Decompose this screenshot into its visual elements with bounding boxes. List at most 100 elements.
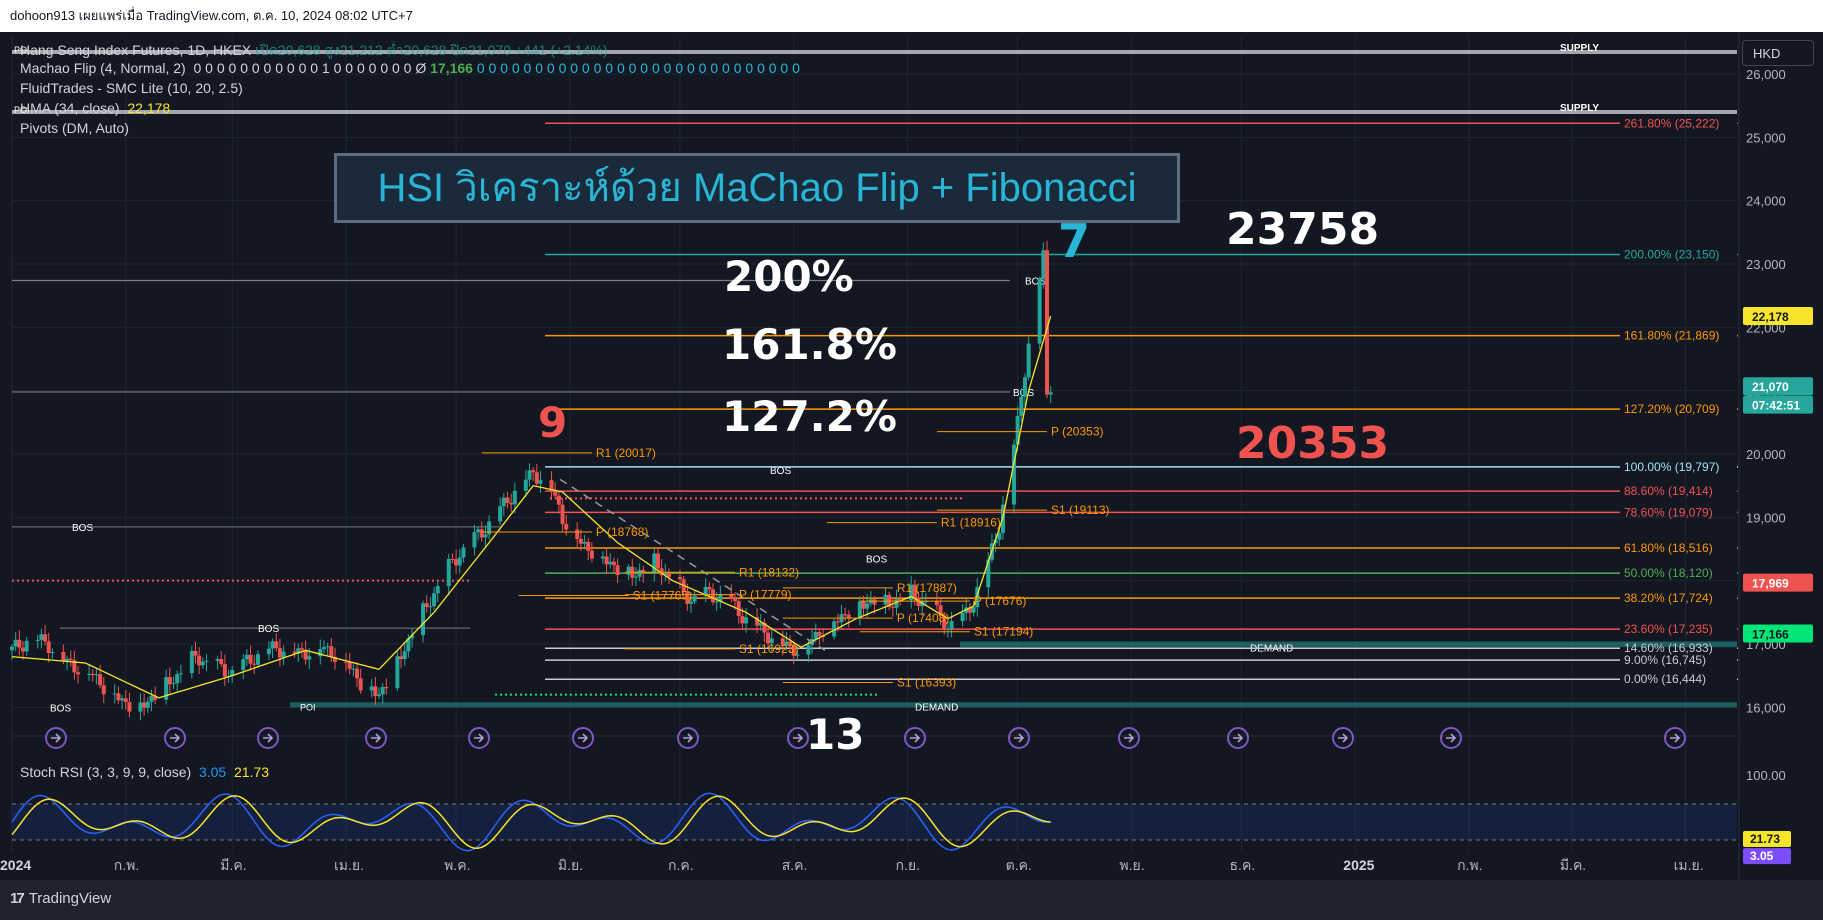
candle-body: [553, 490, 558, 496]
bos-label: BOS: [866, 555, 887, 566]
footer-brand: TradingView: [28, 890, 112, 907]
candle-body: [479, 529, 484, 538]
fib-level-label: 161.80% (21,869): [1624, 329, 1719, 343]
candle-body: [744, 617, 749, 624]
candle-body: [193, 650, 198, 656]
symbol-name: Hang Seng Index Futures, 1D, HKEX: [20, 42, 252, 58]
candle-body: [454, 559, 459, 566]
y-tick-label: 16,000: [1746, 700, 1786, 715]
candle-body: [934, 601, 939, 606]
candle-body: [307, 656, 312, 660]
candle-body: [127, 702, 132, 712]
candle-body: [76, 672, 81, 675]
candle-body: [652, 553, 657, 574]
x-tick-label: มิ.ย.: [558, 857, 583, 873]
candle-body: [65, 658, 70, 661]
pivot-label: P (18768): [596, 525, 648, 539]
candle-body: [817, 632, 822, 636]
stoch-y-tick: 100.00: [1746, 768, 1786, 783]
y-tick-label: 20,000: [1746, 447, 1786, 462]
annotation-count-9: 9: [538, 398, 568, 447]
candle-body: [112, 693, 117, 695]
pivot-label: P (17676): [974, 594, 1026, 608]
candle-body: [43, 634, 48, 642]
candle-body: [432, 593, 437, 607]
candle-body: [244, 654, 249, 660]
candle-body: [1022, 377, 1027, 397]
fib-level-label: 61.80% (18,516): [1624, 541, 1713, 555]
candle-body: [1019, 396, 1024, 416]
candle-body: [145, 701, 150, 708]
hma-name: HMA (34, close): [20, 100, 120, 116]
tradingview-logo-icon: 17: [10, 890, 25, 907]
candle-body: [138, 702, 143, 712]
candle-body: [733, 598, 738, 602]
x-tick-label: เม.ย.: [334, 857, 364, 873]
candle-body: [178, 673, 183, 675]
candle-body: [380, 687, 385, 695]
candle-body: [835, 621, 840, 623]
candle-body: [46, 641, 51, 653]
candle-body: [531, 470, 536, 473]
legend-pivots: Pivots (DM, Auto): [20, 120, 129, 136]
y-tick-label: 26,000: [1746, 67, 1786, 82]
pivot-label: R1 (18132): [739, 565, 799, 579]
candle-body: [1041, 250, 1046, 280]
candle-body: [299, 648, 304, 650]
y-tick-label: 19,000: [1746, 510, 1786, 525]
x-tick-label: 2024: [0, 857, 31, 873]
pivots-name: Pivots (DM, Auto): [20, 120, 129, 136]
candle-body: [604, 556, 609, 565]
candle-body: [101, 685, 106, 695]
candle-body: [189, 650, 194, 674]
x-tick-label: ก.ค.: [668, 857, 694, 873]
x-tick-label: พ.ค.: [444, 857, 470, 873]
candle-body: [281, 651, 286, 658]
candle-body: [498, 506, 503, 522]
hma-value: 22,178: [127, 100, 171, 116]
candle-body: [843, 614, 848, 616]
supply-label: SUPPLY: [1560, 43, 1599, 54]
candle-body: [98, 674, 103, 686]
candle-body: [171, 683, 176, 685]
candle-body: [68, 658, 73, 661]
stoch-name: Stoch RSI (3, 3, 9, 9, close): [20, 764, 192, 780]
x-tick-label: 2025: [1343, 857, 1374, 873]
candle-body: [611, 561, 616, 566]
candle-body: [39, 634, 44, 640]
candle-body: [255, 654, 260, 665]
demand-zone: [960, 641, 1737, 648]
pivot-label: S1 (16923): [739, 642, 798, 656]
fib-level-label: 78.60% (19,079): [1624, 505, 1713, 519]
price-tag-text: 22,178: [1752, 310, 1789, 324]
candle-body: [637, 569, 642, 577]
tradingview-logo[interactable]: 17 TradingView: [10, 890, 111, 907]
candle-body: [87, 673, 92, 675]
candle-body: [711, 589, 716, 603]
pivot-label: S1 (19113): [1051, 503, 1109, 517]
candle-body: [883, 594, 888, 605]
annotation-200: 200%: [724, 252, 854, 301]
x-tick-label: ธ.ค.: [1230, 857, 1256, 873]
currency-button[interactable]: HKD: [1742, 40, 1814, 66]
candle-body: [142, 702, 147, 708]
stoch-tag-text: 3.05: [1750, 849, 1774, 863]
x-tick-label: เม.ย.: [1674, 857, 1704, 873]
fib-level-label: 23.60% (17,235): [1624, 622, 1713, 636]
demand-zone: [290, 702, 1737, 708]
x-tick-label: ส.ค.: [782, 857, 808, 873]
legend-hma: HMA (34, close) 22,178: [20, 100, 170, 116]
candle-body: [17, 639, 22, 648]
machao-values-b: 0 0 0 0 0 0 0 0 0 0 0 0 0 0 0 0 0 0 0 0 …: [476, 60, 800, 76]
publisher-bar: dohoon913 เผยแพร่เมื่อ TradingView.com, …: [0, 0, 1823, 32]
candle-body: [949, 621, 954, 629]
candle-body: [740, 615, 745, 624]
candle-body: [615, 565, 620, 575]
chart-title: HSI วิเคราะห์ด้วย MaChao Flip + Fibonacc…: [377, 166, 1137, 210]
x-tick-label: ต.ค.: [1006, 857, 1032, 873]
fib-level-label: 100.00% (19,797): [1624, 460, 1719, 474]
candle-body: [325, 646, 330, 648]
candle-body: [461, 547, 466, 558]
candle-body: [527, 470, 532, 480]
candle-body: [395, 656, 400, 689]
